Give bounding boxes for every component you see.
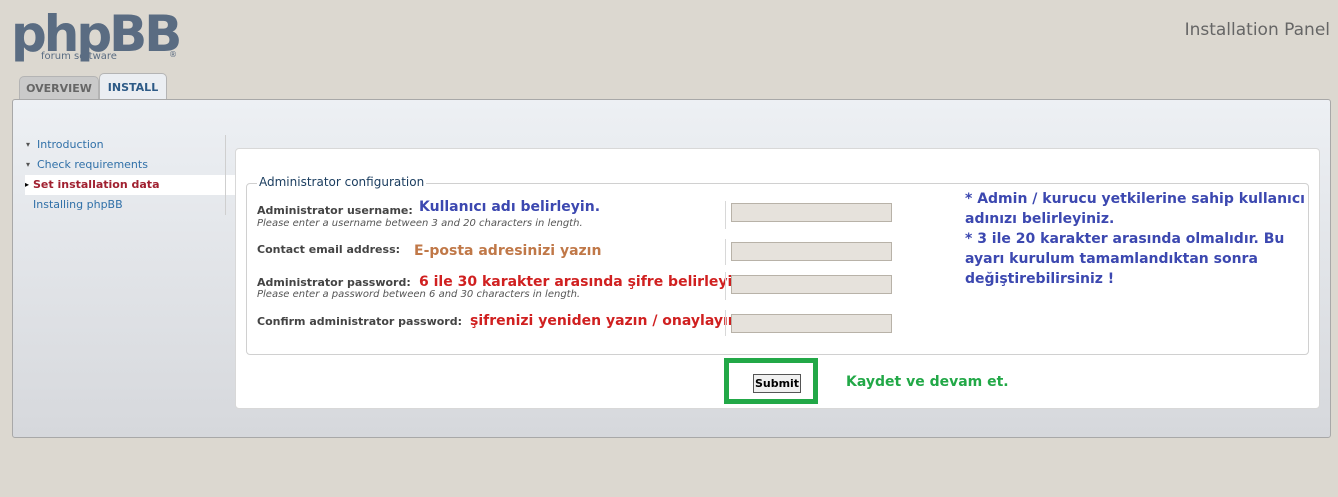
chevron-down-icon: ▾ (26, 160, 31, 169)
password-input[interactable] (731, 275, 892, 294)
sidebar-item-label: Installing phpBB (33, 198, 123, 211)
username-label: Administrator username: (257, 204, 413, 217)
phpbb-logo: phpBB forum software ® (11, 6, 182, 68)
main-panel: ▾ Introduction ▾ Check requirements ▸ Se… (12, 99, 1331, 438)
instruction-note: * Admin / kurucu yetkilerine sahip kulla… (965, 189, 1305, 289)
confirm-password-label: Confirm administrator password: (257, 315, 462, 328)
tab-overview[interactable]: OVERVIEW (19, 76, 99, 101)
sidebar-item-label: Set installation data (33, 178, 160, 191)
chevron-right-icon: ▸ (25, 180, 30, 189)
fieldset-legend: Administrator configuration (257, 175, 427, 189)
username-annotation: Kullanıcı adı belirleyin. (419, 199, 601, 215)
admin-config-fieldset: Administrator configuration Administrato… (246, 175, 1309, 355)
logo-subtitle: forum software (41, 51, 117, 62)
chevron-down-icon: ▾ (26, 140, 31, 149)
row-divider (725, 272, 726, 300)
sidebar-item-check-requirements[interactable]: ▾ Check requirements (25, 155, 237, 175)
email-input[interactable] (731, 242, 892, 261)
continue-note: Kaydet ve devam et. (846, 374, 1009, 390)
content-box: Administrator configuration Administrato… (235, 148, 1320, 409)
row-divider (725, 310, 726, 336)
email-label: Contact email address: (257, 243, 401, 256)
row-divider (725, 201, 726, 229)
sidebar-item-label: Check requirements (37, 158, 148, 171)
sidebar-item-label: Introduction (37, 138, 104, 151)
username-input[interactable] (731, 203, 892, 222)
tab-install[interactable]: INSTALL (99, 73, 167, 102)
password-hint: Please enter a password between 6 and 30… (257, 289, 581, 300)
confirm-password-annotation: şifrenizi yeniden yazın / onaylayın (470, 313, 738, 329)
note-line: * 3 ile 20 karakter arasında olmalıdır. … (965, 231, 1285, 287)
submit-highlight: Submit (724, 358, 818, 404)
row-divider (725, 239, 726, 265)
sidebar-item-introduction[interactable]: ▾ Introduction (25, 135, 237, 155)
sidebar-menu: ▾ Introduction ▾ Check requirements ▸ Se… (25, 135, 237, 215)
note-line: * Admin / kurucu yetkilerine sahip kulla… (965, 191, 1305, 227)
password-annotation: 6 ile 30 karakter arasında şifre belirle… (419, 274, 743, 290)
email-annotation: E-posta adresinizi yazın (414, 243, 602, 259)
confirm-password-input[interactable] (731, 314, 892, 333)
sidebar-item-installing-phpbb[interactable]: Installing phpBB (25, 195, 237, 215)
registered-mark: ® (169, 50, 177, 59)
username-hint: Please enter a username between 3 and 20… (257, 218, 583, 229)
sidebar-divider (225, 135, 226, 215)
sidebar-item-set-installation-data[interactable]: ▸ Set installation data (25, 175, 237, 195)
panel-title: Installation Panel (1184, 20, 1330, 40)
submit-button[interactable]: Submit (753, 374, 801, 393)
password-label: Administrator password: (257, 276, 411, 289)
